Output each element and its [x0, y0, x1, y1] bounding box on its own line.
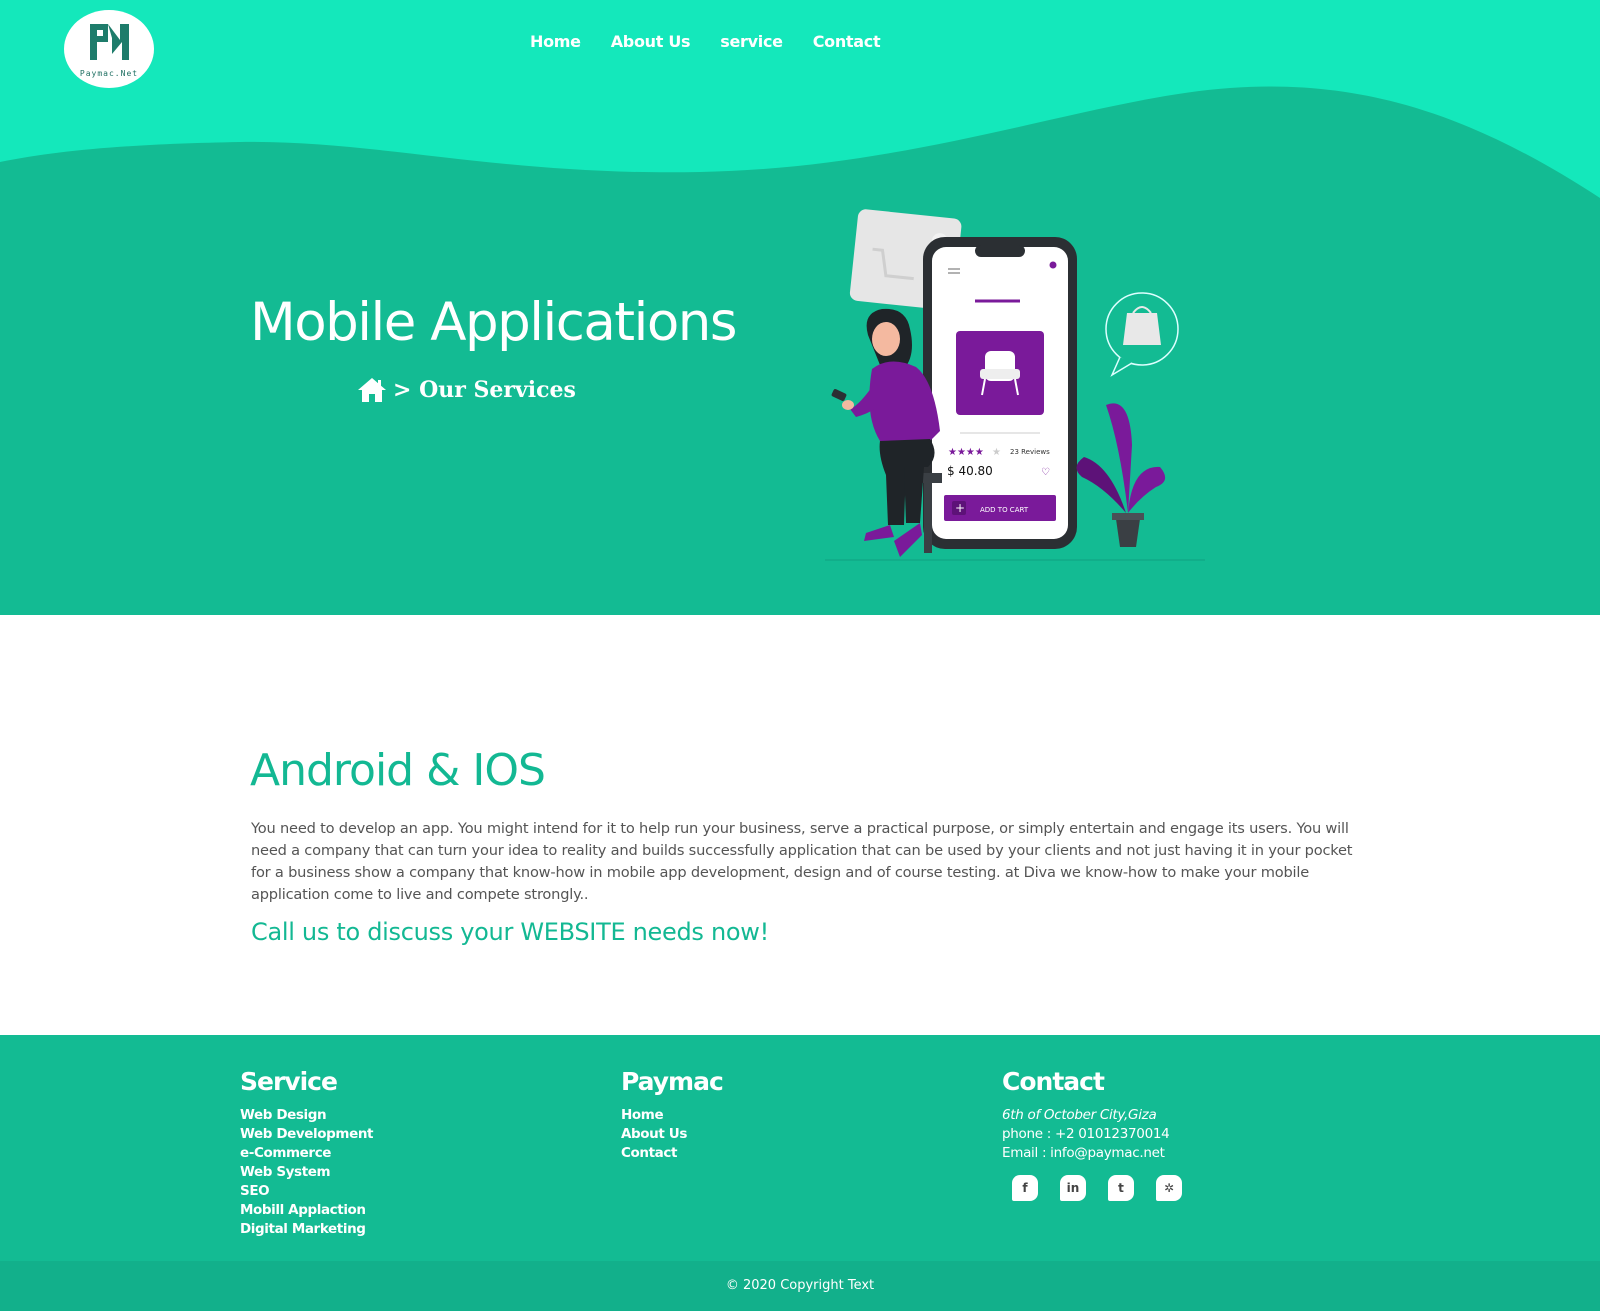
breadcrumb: > Our Services [357, 377, 576, 403]
home-icon[interactable] [357, 377, 387, 403]
footer-link-e-commerce[interactable]: e-Commerce [240, 1144, 373, 1163]
breadcrumb-current: > Our Services [393, 377, 576, 403]
svg-text:+: + [955, 501, 965, 515]
social-links: f in t ✲ [1012, 1175, 1204, 1201]
nav-contact[interactable]: Contact [813, 32, 881, 51]
review-count: 23 Reviews [1010, 448, 1050, 456]
contact-address: 6th of October City,Giza [1002, 1107, 1157, 1123]
copyright: © 2020 Copyright Text [0, 1261, 1600, 1311]
main-nav: Home About Us service Contact [530, 32, 910, 51]
footer-link-contact[interactable]: Contact [621, 1144, 723, 1163]
footer-link-about-us[interactable]: About Us [621, 1125, 723, 1144]
footer: Service Web Design Web Development e-Com… [0, 1035, 1600, 1261]
product-price: $ 40.80 [947, 464, 993, 478]
logo[interactable]: Paymac.Net [64, 10, 154, 88]
service-content: Android & IOS You need to develop an app… [0, 615, 1600, 1035]
hero-section: Paymac.Net Home About Us service Contact… [0, 0, 1600, 615]
logo-mark-icon [90, 24, 129, 60]
nav-service[interactable]: service [720, 32, 783, 51]
svg-text:★★★★: ★★★★ [948, 447, 984, 458]
footer-link-digital-marketing[interactable]: Digital Marketing [240, 1220, 373, 1239]
twitter-icon[interactable]: t [1108, 1175, 1134, 1201]
mobile-shopping-illustration: ★★★★ ★ 23 Reviews $ 40.80 ♡ + ADD TO CAR… [825, 209, 1205, 561]
nav-about-us[interactable]: About Us [611, 32, 691, 51]
hero-wave [0, 0, 1600, 198]
footer-link-web-design[interactable]: Web Design [240, 1106, 373, 1125]
footer-service-column: Service Web Design Web Development e-Com… [240, 1067, 374, 1239]
shopping-bag-icon [1105, 292, 1179, 377]
footer-link-seo[interactable]: SEO [240, 1182, 373, 1201]
svg-text:♡: ♡ [1041, 467, 1050, 478]
plant-icon [1076, 403, 1166, 547]
nav-home[interactable]: Home [530, 32, 581, 51]
contact-email: Email : info@paymac.net [1002, 1145, 1165, 1161]
add-to-cart-label: ADD TO CART [980, 506, 1029, 514]
svg-text:★: ★ [992, 447, 1001, 458]
logo-text: Paymac.Net [79, 69, 139, 78]
section-title: Android & IOS [250, 745, 546, 796]
footer-paymac-column: Paymac Home About Us Contact [621, 1067, 724, 1163]
footer-paymac-title: Paymac [621, 1067, 724, 1096]
footer-link-web-development[interactable]: Web Development [240, 1125, 374, 1144]
section-description: You need to develop an app. You might in… [251, 820, 1353, 903]
footer-service-title: Service [240, 1067, 338, 1096]
settings-icon[interactable]: ✲ [1156, 1175, 1182, 1201]
footer-link-web-system[interactable]: Web System [240, 1163, 373, 1182]
page-title: Mobile Applications [250, 292, 737, 353]
footer-contact-column: Contact 6th of October City,Giza phone :… [1002, 1067, 1204, 1201]
footer-link-home[interactable]: Home [621, 1106, 723, 1125]
linkedin-icon[interactable]: in [1060, 1175, 1086, 1201]
contact-phone: phone : +2 01012370014 [1002, 1126, 1170, 1142]
call-to-action: Call us to discuss your WEBSITE needs no… [251, 918, 769, 946]
footer-contact-title: Contact [1002, 1067, 1105, 1096]
footer-link-mobile-application[interactable]: Mobill Applaction [240, 1201, 373, 1220]
facebook-icon[interactable]: f [1012, 1175, 1038, 1201]
